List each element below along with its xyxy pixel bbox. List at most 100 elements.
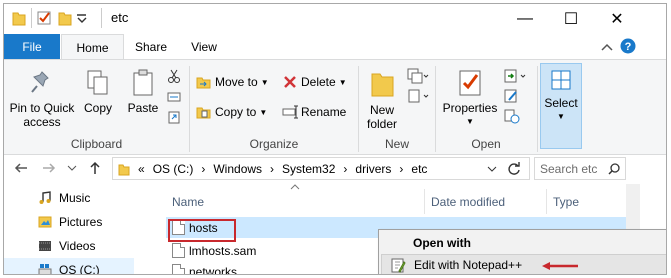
copy-to-button[interactable]: Copy to ▼ xyxy=(196,104,267,120)
folder-icon xyxy=(118,164,130,175)
column-header-name[interactable]: Name xyxy=(172,189,204,214)
nav-item-music[interactable]: Music xyxy=(4,186,134,209)
menu-item-open-with[interactable]: Open with xyxy=(381,232,666,254)
copy-to-label: Copy to xyxy=(215,105,257,119)
divider xyxy=(537,66,538,152)
select-icon xyxy=(551,70,571,90)
forward-arrow-icon[interactable] xyxy=(42,161,56,175)
paste-button[interactable]: Paste xyxy=(124,68,162,115)
pointer-arrow-icon xyxy=(542,262,578,270)
dropdown-arrow-icon: ▼ xyxy=(338,77,347,87)
search-input[interactable]: Search etc xyxy=(534,157,626,180)
divider xyxy=(101,8,102,28)
breadcrumb-windows[interactable]: Windows xyxy=(213,162,262,176)
recent-locations-icon[interactable] xyxy=(67,164,77,172)
collapse-ribbon-icon[interactable] xyxy=(601,42,613,52)
new-folder-label-2: folder xyxy=(366,117,398,131)
open-group-label: Open xyxy=(471,137,501,151)
paste-icon xyxy=(133,69,153,96)
column-header-type[interactable]: Type xyxy=(553,189,579,214)
edit-icon[interactable] xyxy=(504,88,520,104)
pin-label-2: access xyxy=(23,115,61,129)
menu-item-label: Edit with Notepad++ xyxy=(414,258,523,272)
delete-button[interactable]: Delete ▼ xyxy=(282,74,347,90)
ribbon-tabs: File Home Share View ? xyxy=(4,34,666,60)
nav-item-os-c[interactable]: OS (C:) xyxy=(4,258,134,275)
divider[interactable] xyxy=(424,189,425,214)
nav-label: OS (C:) xyxy=(59,262,100,275)
dropdown-arrow-icon: ▼ xyxy=(557,112,565,121)
cut-icon[interactable] xyxy=(167,68,181,84)
search-icon xyxy=(608,163,620,175)
breadcrumb-separator-icon[interactable]: › xyxy=(201,162,205,176)
move-to-label: Move to xyxy=(215,75,258,89)
maximize-button[interactable]: ☐ xyxy=(548,4,594,34)
new-item-icon[interactable] xyxy=(407,68,429,84)
move-to-icon xyxy=(196,77,211,89)
ribbon: Pin to Quick access Copy Paste Clipboard… xyxy=(4,59,666,155)
svg-text:?: ? xyxy=(625,41,632,53)
tab-share[interactable]: Share xyxy=(126,34,176,60)
history-icon[interactable] xyxy=(504,108,520,124)
videos-icon xyxy=(39,240,51,251)
context-menu: Open with Edit with Notepad++ xyxy=(378,229,666,274)
new-folder-button[interactable]: New folder xyxy=(363,68,401,131)
nav-label: Pictures xyxy=(59,214,103,229)
pin-to-quick-access-button[interactable]: Pin to Quick access xyxy=(7,68,77,129)
delete-icon xyxy=(284,76,296,88)
new-folder-quick-icon[interactable] xyxy=(58,10,72,26)
up-arrow-icon[interactable] xyxy=(88,161,102,175)
copy-icon xyxy=(87,70,108,95)
breadcrumb-separator-icon[interactable]: › xyxy=(270,162,274,176)
paste-shortcut-icon[interactable] xyxy=(167,110,181,124)
delete-label: Delete xyxy=(301,75,336,89)
close-button[interactable]: ✕ xyxy=(594,4,640,34)
easy-access-icon[interactable] xyxy=(407,88,429,104)
menu-item-edit-notepadpp[interactable]: Edit with Notepad++ xyxy=(381,254,666,274)
breadcrumb-etc[interactable]: etc xyxy=(411,162,427,176)
properties-icon xyxy=(459,70,481,96)
move-to-button[interactable]: Move to ▼ xyxy=(196,74,269,90)
address-bar[interactable]: « OS (C:) › Windows › System32 › drivers… xyxy=(112,157,530,180)
overflow-chevron[interactable]: « xyxy=(138,162,145,176)
column-header-row: Name Date modified Type xyxy=(164,189,644,214)
navigation-bar: « OS (C:) › Windows › System32 › drivers… xyxy=(4,156,666,180)
copy-button[interactable]: Copy xyxy=(80,68,116,115)
breadcrumb-system32[interactable]: System32 xyxy=(282,162,335,176)
vertical-scrollbar[interactable] xyxy=(626,184,640,234)
help-icon[interactable]: ? xyxy=(620,38,636,54)
breadcrumb-separator-icon[interactable]: › xyxy=(343,162,347,176)
tab-file[interactable]: File xyxy=(4,34,60,60)
folder-icon xyxy=(12,12,26,26)
rename-button[interactable]: Rename xyxy=(282,104,346,120)
tab-home[interactable]: Home xyxy=(61,34,124,60)
address-dropdown-icon[interactable] xyxy=(487,165,497,173)
open-icon[interactable] xyxy=(504,68,528,84)
nav-item-videos[interactable]: Videos xyxy=(4,234,134,257)
minimize-button[interactable]: — xyxy=(502,4,548,34)
properties-button[interactable]: Properties ▼ xyxy=(440,68,500,129)
copy-label: Copy xyxy=(83,101,112,115)
properties-check-icon[interactable] xyxy=(37,10,52,26)
nav-label: Music xyxy=(59,190,91,205)
column-header-date[interactable]: Date modified xyxy=(431,189,505,214)
divider[interactable] xyxy=(546,189,547,214)
pin-icon xyxy=(31,71,49,93)
breadcrumb-drivers[interactable]: drivers xyxy=(355,162,391,176)
tab-view[interactable]: View xyxy=(181,34,227,60)
nav-label: Videos xyxy=(59,238,96,253)
copy-path-icon[interactable] xyxy=(167,91,181,103)
menu-item-label: Open with xyxy=(413,236,471,250)
nav-item-pictures[interactable]: Pictures xyxy=(4,210,134,233)
new-group-label: New xyxy=(384,137,409,151)
breadcrumb-os[interactable]: OS (C:) xyxy=(153,162,194,176)
pin-label-1: Pin to Quick xyxy=(9,101,75,115)
back-arrow-icon[interactable] xyxy=(14,161,28,175)
select-label: Select xyxy=(544,96,578,110)
select-button[interactable]: Select ▼ xyxy=(540,63,582,149)
refresh-icon[interactable] xyxy=(507,162,521,176)
breadcrumb-separator-icon[interactable]: › xyxy=(399,162,403,176)
organize-group-label: Organize xyxy=(249,137,299,151)
file-icon xyxy=(172,264,185,274)
customize-toolbar-icon[interactable] xyxy=(76,13,88,25)
